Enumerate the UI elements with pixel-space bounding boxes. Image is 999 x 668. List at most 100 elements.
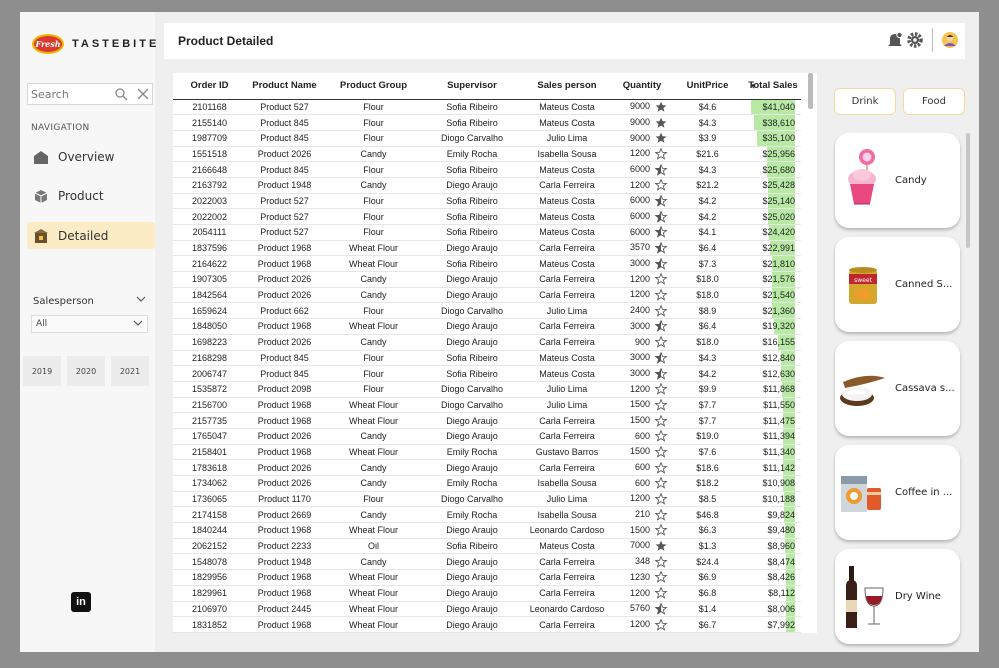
year-button-2020[interactable]: 2020 [67, 356, 105, 386]
avatar[interactable] [941, 31, 959, 49]
linkedin-icon[interactable]: in [71, 592, 91, 612]
table-row[interactable]: 1829956 Product 1968 Wheat Flour Diego Arau… [173, 569, 801, 586]
column-header-supervisor[interactable]: Supervisor [424, 73, 520, 100]
cell-total-sales: $12,630 [745, 365, 801, 382]
table-row[interactable]: 2158401 Product 1968 Wheat Flour Emily Roch… [173, 444, 801, 461]
salesperson-select[interactable]: All [31, 315, 148, 333]
product-card-coffee-in[interactable]: Coffee in ... [835, 445, 960, 540]
table-row[interactable]: 2174158 Product 2669 Candy Emily Rocha Isabe… [173, 506, 801, 524]
sort-descending-icon: ▼ [751, 83, 756, 90]
table-row[interactable]: 2101168 Product 527 Flour Sofia Ribeiro Mate… [173, 99, 801, 116]
total-sales-value: $35,100 [762, 133, 795, 144]
notification-bell-icon[interactable] [886, 31, 904, 49]
table-row[interactable]: 1548078 Product 1948 Candy Diego Araujo Carl… [173, 553, 801, 571]
cell-total-sales: $11,475 [745, 412, 801, 429]
table-row[interactable]: 1698223 Product 2026 Candy Diego Araujo Carl… [173, 334, 801, 351]
table-row[interactable]: 1765047 Product 2026 Candy Diego Araujo Carl… [173, 428, 801, 445]
product-card-candy[interactable]: Candy [835, 133, 960, 228]
cell-unit-price: $4.3 [670, 350, 745, 367]
product-list-scrollbar[interactable] [966, 133, 970, 248]
chevron-down-icon[interactable] [136, 295, 146, 303]
cell-order-id: 2174158 [173, 506, 246, 524]
cell-product-name: Product 2026 [246, 475, 323, 492]
search-icon[interactable] [114, 87, 128, 101]
category-button-drink[interactable]: Drink [834, 88, 896, 115]
year-button-2021[interactable]: 2021 [111, 356, 149, 386]
nav-item-label: Detailed [58, 228, 109, 243]
cell-product-group: Flour [323, 224, 424, 241]
table-row[interactable]: 1837596 Product 1968 Wheat Flour Diego Arau… [173, 240, 801, 257]
column-header-order-id[interactable]: Order ID [173, 73, 246, 100]
table-row[interactable]: 2166648 Product 845 Flour Sofia Ribeiro Mate… [173, 161, 801, 178]
product-card-dry-wine[interactable]: Dry Wine [835, 549, 960, 644]
search-input[interactable] [31, 87, 111, 101]
column-header-sales-person[interactable]: Sales person [520, 73, 614, 100]
home-icon [34, 150, 48, 164]
cell-sales-person: Julio Lima [520, 302, 614, 320]
cell-product-group: Flour [323, 208, 424, 225]
product-card-cassava-s[interactable]: Cassava s... [835, 341, 960, 436]
cell-product-group: Wheat Flour [323, 397, 424, 414]
table-row[interactable]: 1783618 Product 2026 Candy Diego Araujo Carl… [173, 459, 801, 476]
cell-order-id: 2166648 [173, 161, 246, 178]
table-row[interactable]: 1551518 Product 2026 Candy Emily Rocha Isabe… [173, 146, 801, 163]
cell-order-id: 1829961 [173, 585, 246, 602]
cell-order-id: 1734062 [173, 475, 246, 492]
cell-quantity: 1200 [614, 585, 670, 602]
table-row[interactable]: 2006747 Product 845 Flour Sofia Ribeiro Mate… [173, 365, 801, 382]
table-scrollbar[interactable] [808, 73, 813, 109]
total-sales-value: $9,824 [767, 509, 795, 520]
search-box[interactable] [27, 83, 153, 105]
column-header-unit-price[interactable]: UnitPrice [670, 73, 745, 100]
table-row[interactable]: 2168298 Product 845 Flour Sofia Ribeiro Mate… [173, 350, 801, 367]
column-header-quantity[interactable]: Quantity [614, 73, 670, 100]
gear-icon[interactable] [906, 31, 924, 49]
nav-item-product[interactable]: Product [27, 182, 155, 209]
close-icon[interactable] [136, 87, 150, 101]
cell-quantity: 1500 [614, 412, 670, 429]
table-row[interactable]: 2155140 Product 845 Flour Sofia Ribeiro Mate… [173, 114, 801, 131]
table-row[interactable]: 2156700 Product 1968 Wheat Flour Diogo Carv… [173, 397, 801, 414]
table-row[interactable]: 2022002 Product 527 Flour Sofia Ribeiro Mate… [173, 208, 801, 225]
column-header-product-name[interactable]: Product Name [246, 73, 323, 100]
table-row[interactable]: 1840244 Product 1968 Wheat Flour Diego Arau… [173, 522, 801, 539]
table-row[interactable]: 2054111 Product 527 Flour Sofia Ribeiro Mate… [173, 224, 801, 241]
total-sales-value: $8,960 [767, 541, 795, 552]
cell-product-group: Wheat Flour [323, 601, 424, 618]
cell-sales-person: Mateus Costa [520, 365, 614, 382]
table-row[interactable]: 1987709 Product 845 Flour Diogo Carvalho Jul… [173, 130, 801, 147]
table-row[interactable]: 2157735 Product 1968 Wheat Flour Diego Arau… [173, 412, 801, 429]
table-row[interactable]: 1736065 Product 1170 Flour Diogo Carvalho Ju… [173, 491, 801, 508]
nav-item-overview[interactable]: Overview [27, 143, 155, 170]
quantity-value: 1200 [629, 179, 650, 190]
cell-product-name: Product 1968 [246, 255, 323, 273]
table-row[interactable]: 2164622 Product 1968 Wheat Flour Sofia Ribe… [173, 255, 801, 273]
cell-supervisor: Sofia Ribeiro [424, 365, 520, 382]
table-row[interactable]: 1829961 Product 1968 Wheat Flour Diego Arau… [173, 585, 801, 602]
cell-quantity: 348 [614, 553, 670, 571]
table-row[interactable]: 2106970 Product 2445 Wheat Flour Diego Arau… [173, 601, 801, 618]
cell-product-name: Product 662 [246, 302, 323, 320]
table-row[interactable]: 2022003 Product 527 Flour Sofia Ribeiro Mate… [173, 193, 801, 210]
cell-unit-price: $8.9 [670, 302, 745, 320]
year-button-2019[interactable]: 2019 [23, 356, 61, 386]
total-sales-value: $12,840 [762, 352, 795, 363]
table-row[interactable]: 1831852 Product 1968 Wheat Flour Diego Arau… [173, 616, 801, 633]
table-row[interactable]: 1734062 Product 2026 Candy Emily Rocha Isabe… [173, 475, 801, 492]
cell-sales-person: Mateus Costa [520, 255, 614, 273]
table-row[interactable]: 2163792 Product 1948 Candy Diego Araujo Carl… [173, 177, 801, 194]
table-row[interactable]: 2062152 Product 2233 Oil Sofia Ribeiro Mateu… [173, 538, 801, 555]
table-row[interactable]: 1848050 Product 1968 Wheat Flour Diego Arau… [173, 318, 801, 335]
category-button-food[interactable]: Food [903, 88, 965, 115]
cell-unit-price: $4.3 [670, 161, 745, 178]
table-row[interactable]: 1535872 Product 2098 Flour Diogo Carvalho Ju… [173, 381, 801, 398]
cell-supervisor: Sofia Ribeiro [424, 161, 520, 178]
product-card-canned-s[interactable]: sweet Canned S... [835, 237, 960, 332]
column-header-product-group[interactable]: Product Group [323, 73, 424, 100]
cell-quantity: 600 [614, 428, 670, 445]
nav-item-detailed[interactable]: Detailed [27, 222, 155, 249]
table-row[interactable]: 1907305 Product 2026 Candy Diego Araujo Carl… [173, 271, 801, 288]
table-row[interactable]: 1842564 Product 2026 Candy Diego Araujo Carl… [173, 287, 801, 304]
table-row[interactable]: 1659624 Product 662 Flour Diogo Carvalho Jul… [173, 302, 801, 320]
cell-product-group: Candy [323, 287, 424, 304]
